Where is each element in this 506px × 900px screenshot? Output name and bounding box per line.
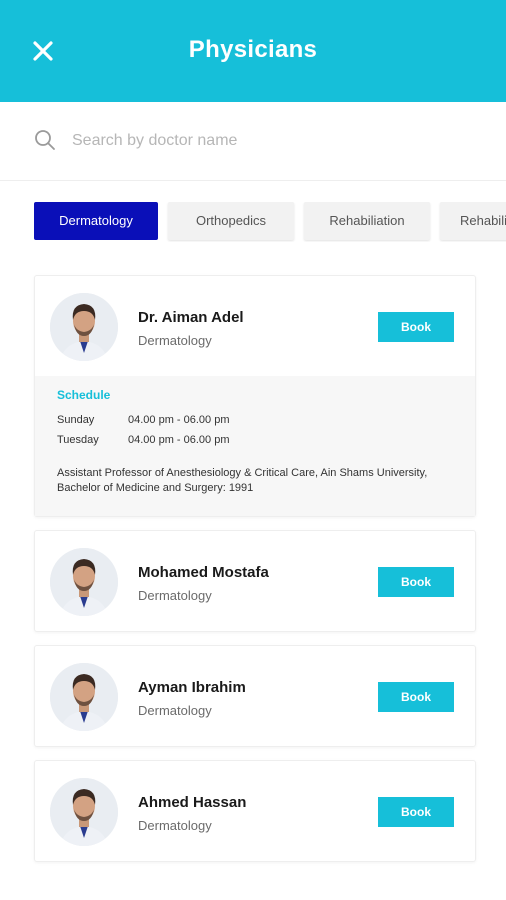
- doctor-details: Schedule Sunday 04.00 pm - 06.00 pm Tuesd…: [35, 376, 475, 516]
- schedule-title: Schedule: [57, 388, 111, 402]
- schedule-day: Tuesday: [57, 434, 99, 446]
- schedule-row: Sunday 04.00 pm - 06.00 pm: [57, 410, 453, 430]
- schedule-row: Tuesday 04.00 pm - 06.00 pm: [57, 430, 453, 450]
- search-icon: [35, 130, 55, 150]
- doctor-avatar: [50, 778, 118, 846]
- tab-rehabiliation-2[interactable]: Rehabiliation: [440, 202, 506, 240]
- page-title: Physicians: [188, 36, 318, 63]
- doctor-card[interactable]: Ayman Ibrahim Dermatology Book: [34, 645, 476, 747]
- tab-label: Rehabiliation: [460, 213, 506, 228]
- tab-label: Orthopedics: [195, 213, 267, 228]
- tab-dermatology[interactable]: Dermatology: [34, 202, 158, 240]
- specialty-tabs: Dermatology Orthopedics Rehabiliation Rehab…: [34, 202, 506, 242]
- doctor-bio: Assistant Professor of Anesthesiology & …: [57, 467, 428, 494]
- book-button[interactable]: Book: [378, 797, 454, 827]
- tab-label: Rehabiliation: [329, 213, 405, 228]
- schedule-day: Sunday: [57, 414, 95, 426]
- search-bar: [0, 102, 506, 181]
- doctor-avatar: [50, 293, 118, 361]
- doctor-card[interactable]: Mohamed Mostafa Dermatology Book: [34, 530, 476, 632]
- book-button[interactable]: Book: [378, 567, 454, 597]
- book-button[interactable]: Book: [378, 312, 454, 342]
- doctor-specialty: Dermatology: [138, 818, 212, 833]
- doctor-name: Ayman Ibrahim: [138, 679, 246, 696]
- app-header: Physicians: [0, 0, 506, 102]
- doctor-avatar: [50, 663, 118, 731]
- tab-orthopedics[interactable]: Orthopedics: [168, 202, 294, 240]
- schedule-time: 04.00 pm - 06.00 pm: [128, 434, 230, 446]
- doctor-specialty: Dermatology: [138, 333, 212, 348]
- schedule-time: 04.00 pm - 06.00 pm: [128, 414, 230, 426]
- doctor-name: Dr. Aiman Adel: [138, 309, 244, 326]
- doctor-name: Ahmed Hassan: [138, 794, 247, 811]
- doctor-specialty: Dermatology: [138, 588, 212, 603]
- doctor-specialty: Dermatology: [138, 703, 212, 718]
- doctor-card[interactable]: Dr. Aiman Adel Dermatology Book Schedule…: [34, 275, 476, 517]
- doctor-card[interactable]: Ahmed Hassan Dermatology Book: [34, 760, 476, 862]
- search-input[interactable]: [72, 127, 472, 155]
- book-button[interactable]: Book: [378, 682, 454, 712]
- doctor-name: Mohamed Mostafa: [138, 564, 269, 581]
- tab-label: Dermatology: [59, 213, 133, 228]
- tab-rehabiliation[interactable]: Rehabiliation: [304, 202, 430, 240]
- doctor-avatar: [50, 548, 118, 616]
